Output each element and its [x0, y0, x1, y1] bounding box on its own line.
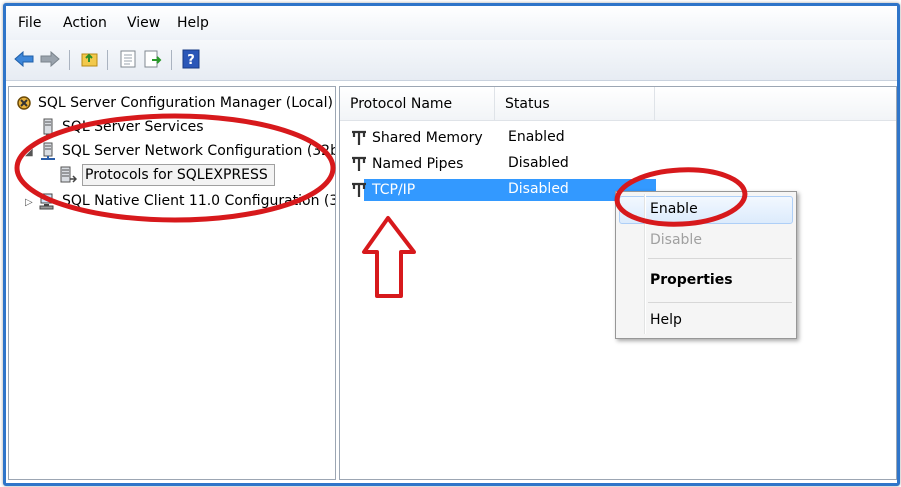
protocol-icon	[352, 130, 366, 145]
toolbar: ?	[6, 40, 897, 81]
mmc-window: File Action View Help ? SQL Server Confi…	[3, 3, 900, 486]
properties-icon[interactable]	[118, 49, 138, 69]
back-icon[interactable]	[14, 49, 34, 69]
protocol-name: Shared Memory	[372, 130, 483, 146]
menu-action[interactable]: Action	[63, 15, 107, 31]
list-item[interactable]: Named Pipes Disabled	[346, 153, 892, 175]
list-item[interactable]: Shared Memory Enabled	[346, 127, 892, 149]
tree-item-protocols-sqlexpress[interactable]: Protocols for SQLEXPRESS	[59, 164, 275, 186]
tree-item-label: SQL Server Services	[62, 119, 204, 135]
tree-item-sql-server-services[interactable]: SQL Server Services	[39, 116, 204, 138]
protocol-icon	[352, 156, 366, 171]
tree-item-label: SQL Native Client 11.0 Configuration (32…	[62, 193, 335, 209]
menu-item-properties[interactable]: Properties	[650, 272, 733, 288]
help-icon[interactable]: ?	[181, 49, 201, 69]
expand-arrow-icon[interactable]: ▷	[25, 197, 33, 208]
network-server-icon	[41, 142, 55, 160]
protocol-status: Enabled	[508, 129, 565, 145]
protocol-name: Named Pipes	[372, 156, 464, 172]
context-menu: Enable Disable Properties Help	[615, 191, 797, 339]
column-spacer	[655, 87, 896, 121]
tree-item-native-client[interactable]: SQL Native Client 11.0 Configuration (32…	[39, 190, 335, 212]
menu-file[interactable]: File	[18, 15, 41, 31]
tree-root-label: SQL Server Configuration Manager (Local)	[38, 95, 333, 111]
export-list-icon[interactable]	[143, 49, 163, 69]
tree-root[interactable]: SQL Server Configuration Manager (Local)	[15, 92, 333, 114]
collapse-arrow-icon[interactable]: ◢	[25, 147, 33, 158]
svg-text:?: ?	[187, 53, 195, 68]
column-status[interactable]: Status	[495, 87, 655, 121]
column-protocol-name[interactable]: Protocol Name	[340, 87, 495, 121]
protocol-status: Disabled	[508, 181, 569, 197]
menu-item-help[interactable]: Help	[650, 312, 682, 328]
protocol-name: TCP/IP	[372, 182, 416, 198]
protocols-icon	[60, 166, 77, 183]
up-folder-icon[interactable]	[80, 49, 100, 69]
protocol-icon	[352, 182, 366, 197]
server-icon	[43, 118, 53, 136]
client-computer-icon	[39, 193, 54, 210]
tree-item-label: Protocols for SQLEXPRESS	[85, 167, 268, 183]
selected-tree-label-box: Protocols for SQLEXPRESS	[82, 164, 275, 186]
menu-bar: File Action View Help	[6, 6, 897, 40]
configuration-manager-icon	[17, 96, 31, 110]
protocol-status: Disabled	[508, 155, 569, 171]
tree-item-label: SQL Server Network Configuration (32bit)	[62, 143, 336, 159]
menu-item-enable[interactable]: Enable	[650, 201, 698, 217]
menu-help[interactable]: Help	[177, 15, 209, 31]
menu-view[interactable]: View	[127, 15, 160, 31]
menu-item-disable: Disable	[650, 232, 702, 248]
forward-icon[interactable]	[40, 49, 60, 69]
tree-item-network-configuration[interactable]: SQL Server Network Configuration (32bit)	[39, 140, 336, 162]
console-tree: SQL Server Configuration Manager (Local)…	[8, 86, 336, 480]
